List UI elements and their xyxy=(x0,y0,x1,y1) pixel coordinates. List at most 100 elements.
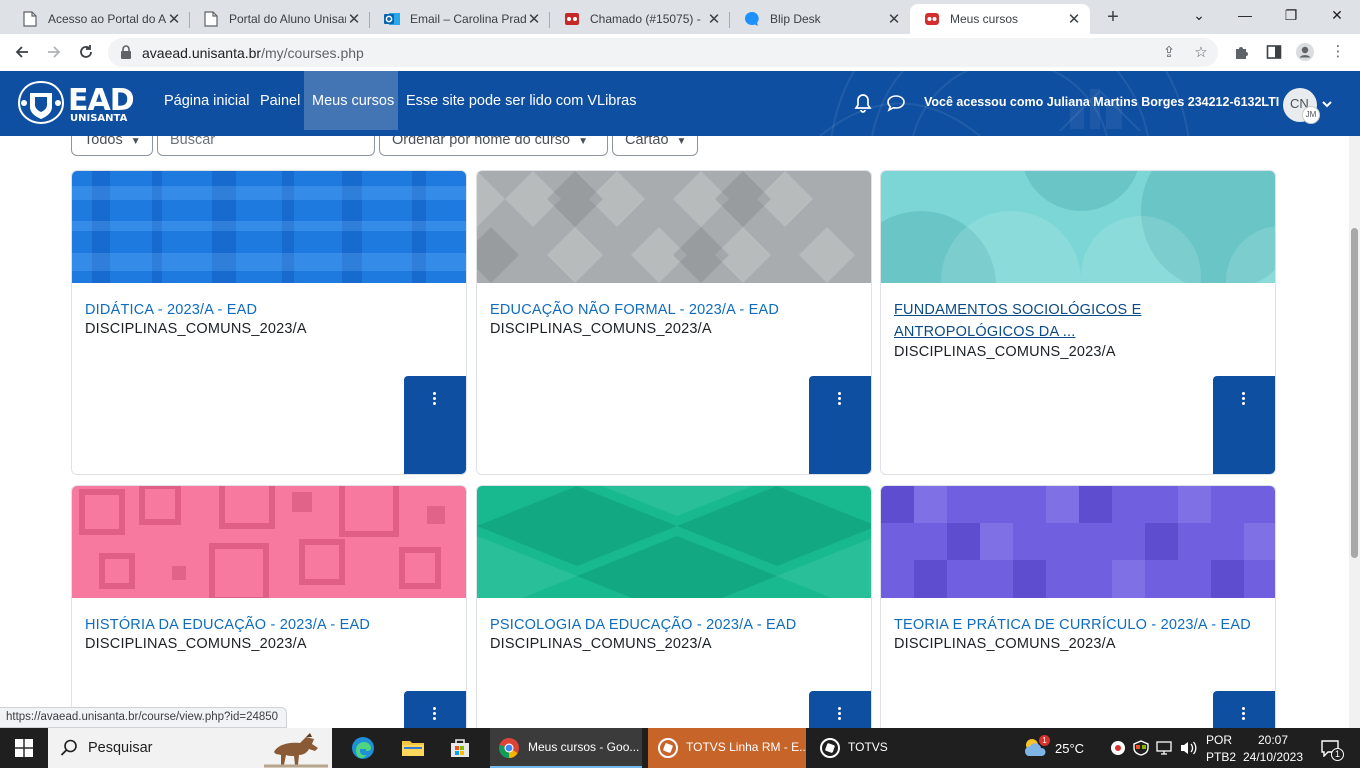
reload-icon[interactable] xyxy=(74,40,98,64)
logged-in-user-text[interactable]: Você acessou como Juliana Martins Borges… xyxy=(924,95,1279,109)
browser-tab-title: Blip Desk xyxy=(770,12,821,26)
nav-vlibras[interactable]: Esse site pode ser lido com VLibras xyxy=(398,71,645,130)
system-tray-icons[interactable] xyxy=(1108,728,1200,768)
browser-tab-active[interactable]: Meus cursos ✕ xyxy=(910,4,1090,34)
windows-start-button[interactable] xyxy=(0,728,48,768)
brand-logo[interactable]: EAD UNISANTA xyxy=(16,79,135,128)
course-actions-button[interactable] xyxy=(809,376,871,474)
taskbar-task-totvs[interactable]: TOTVS xyxy=(810,728,900,768)
nav-my-courses[interactable]: Meus cursos xyxy=(304,71,398,130)
browser-tab-3[interactable]: Email – Carolina Prado ✕ xyxy=(370,4,550,34)
language-code: POR xyxy=(1206,733,1233,747)
close-window-button[interactable]: ✕ xyxy=(1314,0,1360,30)
course-title[interactable]: PSICOLOGIA DA EDUCAÇÃO - 2023/A - EAD xyxy=(490,614,865,636)
store-app-icon[interactable] xyxy=(437,728,483,768)
course-card[interactable]: EDUCAÇÃO NÃO FORMAL - 2023/A - EAD DISCI… xyxy=(476,170,872,475)
minimize-button[interactable]: — xyxy=(1222,0,1268,30)
chrome-icon xyxy=(499,738,519,759)
close-icon[interactable]: ✕ xyxy=(706,10,722,28)
horse-illustration-icon xyxy=(264,733,328,768)
course-image-tiles xyxy=(881,486,1275,598)
browser-tab-2[interactable]: Portal do Aluno Unisanta ✕ xyxy=(189,4,370,34)
profile-icon[interactable] xyxy=(1295,42,1315,62)
tab-search-icon[interactable]: ⌄ xyxy=(1176,0,1222,30)
course-title[interactable]: TEORIA E PRÁTICA DE CURRÍCULO - 2023/A -… xyxy=(894,614,1269,636)
close-icon[interactable]: ✕ xyxy=(166,10,182,28)
browser-tab-5[interactable]: Blip Desk ✕ xyxy=(730,4,910,34)
course-card[interactable]: FUNDAMENTOS SOCIOLÓGICOS E ANTROPOLÓGICO… xyxy=(880,170,1276,475)
chevron-down-icon: ▼ xyxy=(676,136,687,147)
bell-icon[interactable] xyxy=(854,93,874,113)
side-panel-icon[interactable] xyxy=(1264,42,1284,62)
weather-widget[interactable]: 1 25°C xyxy=(1022,728,1092,768)
status-filter-dropdown[interactable]: Todos ▼ xyxy=(71,136,153,156)
sort-dropdown[interactable]: Ordenar por nome do curso ▼ xyxy=(379,136,608,156)
course-category: DISCIPLINAS_COMUNS_2023/A xyxy=(490,636,712,652)
taskbar-task-totvs-rm[interactable]: TOTVS Linha RM - E... xyxy=(648,728,806,768)
chevron-down-icon: ▼ xyxy=(578,136,589,147)
browser-tab-title: Portal do Aluno Unisanta xyxy=(229,12,346,26)
network-icon xyxy=(1156,741,1172,755)
windows-taskbar: Pesquisar Meus cursos - Goo... TOTVS Lin… xyxy=(0,728,1360,768)
file-explorer-icon[interactable] xyxy=(390,728,436,768)
course-card[interactable]: DIDÁTICA - 2023/A - EAD DISCIPLINAS_COMU… xyxy=(71,170,467,475)
taskbar-task-chrome[interactable]: Meus cursos - Goo... xyxy=(490,728,642,768)
nav-dashboard[interactable]: Painel xyxy=(252,71,308,130)
chat-bubble-icon xyxy=(744,11,760,27)
brand-unisanta: UNISANTA xyxy=(70,113,128,124)
chevron-down-icon[interactable] xyxy=(1322,99,1332,109)
scrollbar-thumb[interactable] xyxy=(1351,228,1358,558)
notification-center-button[interactable]: 1 xyxy=(1316,728,1346,768)
course-actions-button[interactable] xyxy=(809,691,871,728)
course-title[interactable]: DIDÁTICA - 2023/A - EAD xyxy=(85,299,460,321)
star-icon[interactable]: ☆ xyxy=(1192,44,1210,62)
avatar-sub-initials: JM xyxy=(1302,106,1320,124)
extensions-puzzle-icon[interactable] xyxy=(1232,42,1252,62)
course-actions-button[interactable] xyxy=(404,376,466,474)
course-card[interactable]: TEORIA E PRÁTICA DE CURRÍCULO - 2023/A -… xyxy=(880,485,1276,728)
browser-tab-4[interactable]: Chamado (#15075) - ✕ xyxy=(550,4,730,34)
avatar[interactable]: CN JM xyxy=(1283,88,1320,124)
course-actions-button[interactable] xyxy=(1213,376,1275,474)
course-image-circles xyxy=(881,171,1275,283)
back-arrow-icon[interactable] xyxy=(10,40,34,64)
taskbar-task-label: Meus cursos - Goo... xyxy=(528,740,640,754)
address-bar[interactable]: avaead.unisanta.br/my/courses.php ⇪ ☆ xyxy=(108,38,1218,67)
course-card[interactable]: HISTÓRIA DA EDUCAÇÃO - 2023/A - EAD DISC… xyxy=(71,485,467,728)
browser-tab-1[interactable]: Acesso ao Portal do Aluno ✕ xyxy=(8,4,190,34)
clock[interactable]: 20:07 24/10/2023 xyxy=(1240,728,1306,768)
notification-count: 1 xyxy=(1331,748,1344,761)
course-actions-button[interactable] xyxy=(1213,691,1275,728)
unisanta-crest-icon xyxy=(17,80,65,125)
course-card[interactable]: PSICOLOGIA DA EDUCAÇÃO - 2023/A - EAD DI… xyxy=(476,485,872,728)
language-indicator[interactable]: POR PTB2 xyxy=(1204,728,1238,768)
course-actions-button[interactable] xyxy=(404,691,466,728)
search-icon xyxy=(60,739,77,756)
forward-arrow-icon[interactable] xyxy=(42,40,66,64)
close-icon[interactable]: ✕ xyxy=(526,10,542,28)
search-input[interactable]: Buscar xyxy=(157,136,375,156)
totvs-icon xyxy=(820,738,840,758)
restore-button[interactable]: ❐ xyxy=(1268,0,1314,30)
nav-home[interactable]: Página inicial xyxy=(156,71,257,130)
taskbar-search-box[interactable]: Pesquisar xyxy=(48,728,332,768)
url-path: /my/courses.php xyxy=(261,45,364,61)
course-title[interactable]: EDUCAÇÃO NÃO FORMAL - 2023/A - EAD xyxy=(490,299,865,321)
status-filter-value: Todos xyxy=(84,136,123,148)
browser-tab-title: Acesso ao Portal do Aluno xyxy=(48,12,166,26)
message-icon[interactable] xyxy=(886,93,906,113)
share-icon[interactable]: ⇪ xyxy=(1160,44,1178,62)
lock-icon xyxy=(120,45,134,59)
view-dropdown[interactable]: Cartão ▼ xyxy=(612,136,698,156)
chrome-menu-icon[interactable]: ⋮ xyxy=(1328,42,1348,62)
close-icon[interactable]: ✕ xyxy=(346,10,362,28)
chevron-down-icon: ▼ xyxy=(130,136,141,147)
close-icon[interactable]: ✕ xyxy=(886,10,902,28)
close-icon[interactable]: ✕ xyxy=(1066,10,1082,28)
course-title[interactable]: HISTÓRIA DA EDUCAÇÃO - 2023/A - EAD xyxy=(85,614,460,636)
unisanta-icon xyxy=(924,11,940,27)
browser-tab-strip: Acesso ao Portal do Aluno ✕ Portal do Al… xyxy=(0,0,1360,34)
edge-app-icon[interactable] xyxy=(340,728,386,768)
new-tab-button[interactable]: + xyxy=(1101,4,1125,30)
course-title[interactable]: FUNDAMENTOS SOCIOLÓGICOS E ANTROPOLÓGICO… xyxy=(894,299,1269,343)
